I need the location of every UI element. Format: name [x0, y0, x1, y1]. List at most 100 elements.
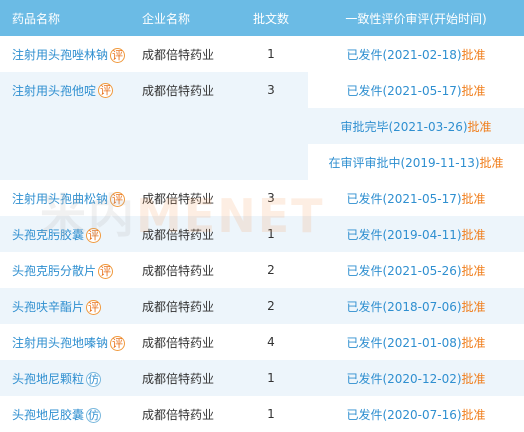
- review-status-entry[interactable]: 已发件(2020-12-02) 批准: [308, 360, 524, 396]
- review-status-text: 已发件(2020-07-16): [346, 407, 462, 422]
- drug-name-link[interactable]: 注射用头孢他啶: [12, 82, 96, 99]
- review-status-entry[interactable]: 已发件(2021-02-18) 批准: [308, 36, 524, 72]
- evaluation-badge-icon: 评: [98, 82, 114, 98]
- company-name: 成都倍特药业: [142, 407, 215, 422]
- company-name: 成都倍特药业: [142, 299, 215, 314]
- review-status-text: 已发件(2021-05-17): [346, 191, 462, 206]
- company-name: 成都倍特药业: [142, 83, 215, 98]
- evaluation-badge-icon: 评: [110, 335, 126, 351]
- drug-name-link[interactable]: 注射用头孢唑林钠: [12, 48, 108, 62]
- batch-count: 4: [267, 335, 275, 349]
- drug-name-cell: 头孢克肟分散片评: [0, 252, 138, 288]
- review-status-cell: 已发件(2021-01-08) 批准: [308, 324, 524, 360]
- approval-label: 批准: [461, 407, 486, 422]
- approval-label: 批准: [467, 119, 492, 134]
- review-status-text: 审批完毕(2021-03-26): [340, 119, 468, 134]
- table-row: 注射用头孢唑林钠评成都倍特药业 1 已发件(2021-02-18) 批准: [0, 36, 524, 72]
- drug-name-link[interactable]: 注射用头孢地嗪钠: [12, 336, 108, 350]
- company-name: 成都倍特药业: [142, 335, 215, 350]
- approval-label: 批准: [461, 335, 486, 350]
- batch-count: 3: [267, 83, 275, 97]
- batch-count: 1: [267, 407, 275, 421]
- review-status-text: 在审评审批中(2019-11-13): [328, 155, 480, 170]
- company-cell: 成都倍特药业: [138, 360, 234, 396]
- approval-label: 批准: [479, 155, 504, 170]
- review-status-entry[interactable]: 已发件(2021-05-17) 批准: [308, 180, 524, 216]
- company-cell: 成都倍特药业: [138, 288, 234, 324]
- batch-count-cell: 3: [234, 180, 308, 216]
- header-drug-name: 药品名称: [0, 0, 138, 36]
- batch-count: 2: [267, 299, 275, 313]
- drug-name-cell: 注射用头孢他啶评: [0, 72, 138, 180]
- review-status-entry[interactable]: 已发件(2021-01-08) 批准: [308, 324, 524, 360]
- drug-name-cell: 头孢呋辛酯片评: [0, 288, 138, 324]
- review-status-text: 已发件(2021-01-08): [346, 335, 462, 350]
- company-cell: 成都倍特药业: [138, 252, 234, 288]
- drug-name-link[interactable]: 头孢地尼胶囊: [12, 408, 84, 422]
- table-body: 注射用头孢唑林钠评成都倍特药业 1 已发件(2021-02-18) 批准 注射用头孢他啶…: [0, 36, 524, 432]
- drug-name-cell: 注射用头孢地嗪钠评: [0, 324, 138, 360]
- review-status-text: 已发件(2019-04-11): [346, 227, 462, 242]
- evaluation-badge-icon: 评: [110, 191, 126, 207]
- review-status-cell: 已发件(2020-12-02) 批准: [308, 360, 524, 396]
- review-status-entry[interactable]: 在审评审批中(2019-11-13) 批准: [308, 144, 524, 180]
- table-row: 头孢呋辛酯片评成都倍特药业 2 已发件(2018-07-06) 批准: [0, 288, 524, 324]
- table-row: 头孢克肟胶囊评 成都倍特药业 1 已发件(2019-04-11) 批准: [0, 216, 524, 252]
- table-row: 头孢地尼胶囊仿成都倍特药业 1 已发件(2020-07-16) 批准: [0, 396, 524, 432]
- review-status-entry[interactable]: 审批完毕(2021-03-26) 批准: [308, 108, 524, 144]
- review-status-cell: 已发件(2021-05-17) 批准 审批完毕(2021-03-26) 批准 在审评审批…: [308, 72, 524, 180]
- drug-name-cell: 头孢地尼颗粒仿: [0, 360, 138, 396]
- approval-label: 批准: [461, 83, 486, 98]
- company-name: 成都倍特药业: [142, 263, 215, 278]
- approval-label: 批准: [461, 371, 486, 386]
- review-status-entry[interactable]: 已发件(2018-07-06) 批准: [308, 288, 524, 324]
- company-name: 成都倍特药业: [142, 227, 215, 242]
- drug-name-link[interactable]: 头孢克肟胶囊: [12, 228, 84, 242]
- company-cell: 成都倍特药业: [138, 216, 234, 252]
- evaluation-badge-icon: 评: [86, 227, 102, 243]
- drug-name-link[interactable]: 头孢克肟分散片: [12, 264, 96, 278]
- generic-badge-icon: 仿: [86, 371, 102, 387]
- drug-name-link[interactable]: 头孢地尼颗粒: [12, 372, 84, 386]
- table-row: 头孢地尼颗粒仿成都倍特药业 1 已发件(2020-12-02) 批准: [0, 360, 524, 396]
- batch-count: 1: [267, 47, 275, 61]
- drug-name-cell: 注射用头孢曲松钠评: [0, 180, 138, 216]
- generic-badge-icon: 仿: [86, 407, 102, 423]
- evaluation-badge-icon: 评: [98, 263, 114, 279]
- review-status-text: 已发件(2021-02-18): [346, 47, 462, 62]
- table-row: 头孢克肟分散片评成都倍特药业 2 已发件(2021-05-26) 批准: [0, 252, 524, 288]
- review-status-cell: 已发件(2021-05-17) 批准: [308, 180, 524, 216]
- batch-count: 1: [267, 227, 275, 241]
- approval-label: 批准: [461, 263, 486, 278]
- company-cell: 成都倍特药业: [138, 180, 234, 216]
- review-status-entry[interactable]: 已发件(2020-07-16) 批准: [308, 396, 524, 432]
- company-cell: 成都倍特药业: [138, 396, 234, 432]
- drug-name-cell: 头孢地尼胶囊仿: [0, 396, 138, 432]
- review-status-cell: 已发件(2019-04-11) 批准: [308, 216, 524, 252]
- approval-label: 批准: [461, 191, 486, 206]
- batch-count-cell: 1: [234, 36, 308, 72]
- review-status-text: 已发件(2021-05-26): [346, 263, 462, 278]
- batch-count-cell: 1: [234, 216, 308, 252]
- batch-count-cell: 1: [234, 360, 308, 396]
- drug-name-link[interactable]: 头孢呋辛酯片: [12, 300, 84, 314]
- review-status-text: 已发件(2018-07-06): [346, 299, 462, 314]
- company-cell: 成都倍特药业: [138, 36, 234, 72]
- review-status-entry[interactable]: 已发件(2021-05-26) 批准: [308, 252, 524, 288]
- batch-count-cell: 1: [234, 396, 308, 432]
- table-header-row: 药品名称 企业名称 批文数 一致性评价审评(开始时间): [0, 0, 524, 36]
- approval-label: 批准: [461, 299, 486, 314]
- review-status-cell: 已发件(2018-07-06) 批准: [308, 288, 524, 324]
- review-status-entry[interactable]: 已发件(2019-04-11) 批准: [308, 216, 524, 252]
- company-cell: 成都倍特药业: [138, 72, 234, 180]
- header-batch-count: 批文数: [234, 0, 308, 36]
- review-status-text: 已发件(2021-05-17): [346, 83, 462, 98]
- review-status-cell: 已发件(2021-02-18) 批准: [308, 36, 524, 72]
- drug-review-table: 药品名称 企业名称 批文数 一致性评价审评(开始时间) 注射用头孢唑林钠评成都倍…: [0, 0, 524, 432]
- review-status-entry[interactable]: 已发件(2021-05-17) 批准: [308, 72, 524, 108]
- drug-name-link[interactable]: 注射用头孢曲松钠: [12, 192, 108, 206]
- batch-count: 2: [267, 263, 275, 277]
- batch-count-cell: 2: [234, 252, 308, 288]
- review-status-text: 已发件(2020-12-02): [346, 371, 462, 386]
- company-name: 成都倍特药业: [142, 371, 215, 386]
